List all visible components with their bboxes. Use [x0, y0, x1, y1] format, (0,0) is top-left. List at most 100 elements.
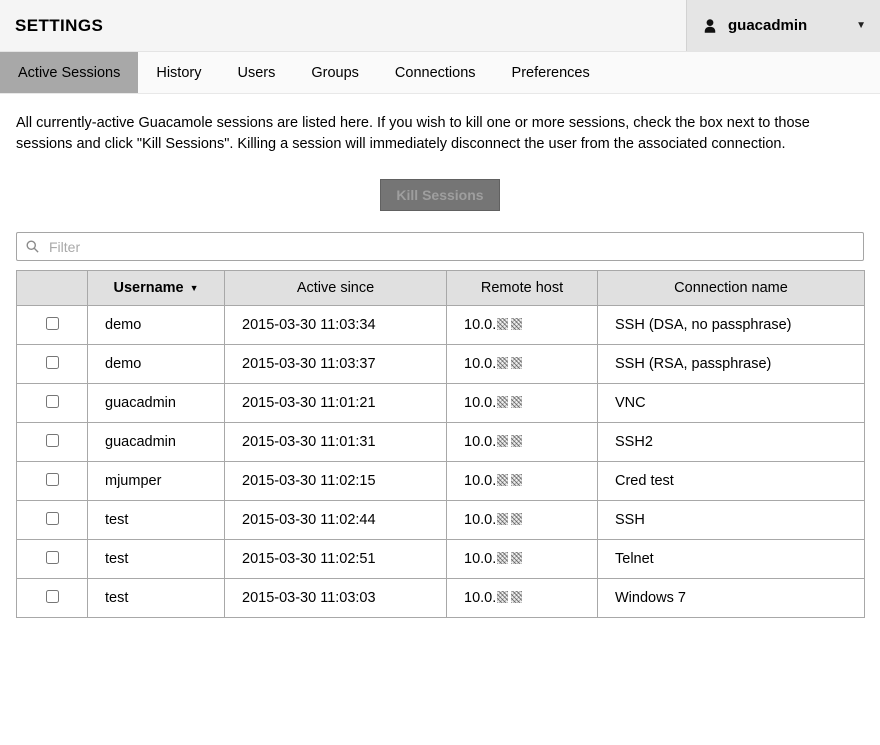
session-checkbox-cell: [17, 540, 88, 579]
cell-connection-name: SSH: [598, 501, 865, 540]
session-checkbox-cell: [17, 306, 88, 345]
cell-active-since: 2015-03-30 11:03:34: [225, 306, 447, 345]
session-checkbox[interactable]: [46, 473, 59, 486]
tab-active-sessions[interactable]: Active Sessions: [0, 52, 138, 93]
sessions-table-header: Username▼Active sinceRemote hostConnecti…: [17, 271, 865, 306]
cell-username: demo: [88, 345, 225, 384]
cell-username: test: [88, 501, 225, 540]
session-checkbox[interactable]: [46, 512, 59, 525]
remote-host-text: 10.0.: [464, 590, 496, 606]
session-checkbox[interactable]: [46, 590, 59, 603]
tab-preferences[interactable]: Preferences: [494, 52, 608, 93]
active-sessions-section: All currently-active Guacamole sessions …: [0, 113, 880, 618]
session-checkbox[interactable]: [46, 317, 59, 330]
table-row: demo 2015-03-30 11:03:37 10.0. SSH (RSA,…: [17, 345, 865, 384]
redacted-pixels: [511, 396, 522, 408]
search-icon: [25, 239, 40, 254]
tab-users[interactable]: Users: [219, 52, 293, 93]
cell-remote-host: 10.0.: [447, 540, 598, 579]
column-header-checkbox: [17, 271, 88, 306]
tab-label: Users: [237, 65, 275, 81]
tab-connections[interactable]: Connections: [377, 52, 494, 93]
tab-history[interactable]: History: [138, 52, 219, 93]
cell-connection-name: SSH (DSA, no passphrase): [598, 306, 865, 345]
cell-active-since: 2015-03-30 11:03:03: [225, 579, 447, 618]
column-header-remote-host[interactable]: Remote host: [447, 271, 598, 306]
remote-host-text: 10.0.: [464, 473, 496, 489]
session-checkbox-cell: [17, 462, 88, 501]
app-header: SETTINGS guacadmin ▼: [0, 0, 880, 52]
tab-label: Connections: [395, 65, 476, 81]
cell-connection-name: SSH2: [598, 423, 865, 462]
cell-remote-host: 10.0.: [447, 306, 598, 345]
redacted-pixels: [497, 318, 508, 330]
remote-host-text: 10.0.: [464, 434, 496, 450]
cell-username: mjumper: [88, 462, 225, 501]
sessions-table: Username▼Active sinceRemote hostConnecti…: [16, 270, 865, 618]
table-row: guacadmin 2015-03-30 11:01:21 10.0. VNC: [17, 384, 865, 423]
session-checkbox-cell: [17, 501, 88, 540]
column-header-username[interactable]: Username▼: [88, 271, 225, 306]
sessions-description: All currently-active Guacamole sessions …: [16, 113, 864, 155]
user-menu-label: guacadmin: [728, 17, 807, 34]
cell-username: demo: [88, 306, 225, 345]
table-row: guacadmin 2015-03-30 11:01:31 10.0. SSH2: [17, 423, 865, 462]
cell-username: test: [88, 579, 225, 618]
cell-username: test: [88, 540, 225, 579]
cell-active-since: 2015-03-30 11:02:44: [225, 501, 447, 540]
table-row: test 2015-03-30 11:02:51 10.0. Telnet: [17, 540, 865, 579]
session-checkbox-cell: [17, 384, 88, 423]
redacted-pixels: [497, 513, 508, 525]
cell-connection-name: VNC: [598, 384, 865, 423]
tab-label: Groups: [311, 65, 359, 81]
session-checkbox-cell: [17, 423, 88, 462]
user-icon: [701, 17, 719, 35]
redacted-pixels: [511, 318, 522, 330]
redacted-pixels: [497, 396, 508, 408]
session-checkbox[interactable]: [46, 356, 59, 369]
tab-label: History: [156, 65, 201, 81]
filter-input[interactable]: [47, 238, 855, 256]
tab-groups[interactable]: Groups: [293, 52, 377, 93]
remote-host-text: 10.0.: [464, 395, 496, 411]
kill-sessions-button[interactable]: Kill Sessions: [380, 179, 499, 211]
redacted-pixels: [511, 552, 522, 564]
cell-connection-name: Windows 7: [598, 579, 865, 618]
action-button-row: Kill Sessions: [16, 179, 864, 211]
page-title: SETTINGS: [0, 0, 103, 51]
tab-label: Active Sessions: [18, 65, 120, 81]
chevron-down-icon: ▼: [856, 20, 866, 31]
redacted-pixels: [511, 357, 522, 369]
tab-label: Preferences: [512, 65, 590, 81]
cell-remote-host: 10.0.: [447, 384, 598, 423]
cell-remote-host: 10.0.: [447, 462, 598, 501]
filter-box: [16, 232, 864, 261]
remote-host-text: 10.0.: [464, 317, 496, 333]
table-row: test 2015-03-30 11:02:44 10.0. SSH: [17, 501, 865, 540]
redacted-pixels: [511, 513, 522, 525]
remote-host-text: 10.0.: [464, 356, 496, 372]
session-checkbox[interactable]: [46, 434, 59, 447]
table-row: demo 2015-03-30 11:03:34 10.0. SSH (DSA,…: [17, 306, 865, 345]
cell-remote-host: 10.0.: [447, 579, 598, 618]
column-header-connection-name[interactable]: Connection name: [598, 271, 865, 306]
table-row: test 2015-03-30 11:03:03 10.0. Windows 7: [17, 579, 865, 618]
user-menu-button[interactable]: guacadmin ▼: [686, 0, 880, 51]
session-checkbox-cell: [17, 579, 88, 618]
cell-connection-name: SSH (RSA, passphrase): [598, 345, 865, 384]
tab-bar: Active Sessions History Users Groups Con…: [0, 52, 880, 94]
cell-remote-host: 10.0.: [447, 423, 598, 462]
redacted-pixels: [511, 435, 522, 447]
session-checkbox[interactable]: [46, 551, 59, 564]
cell-username: guacadmin: [88, 384, 225, 423]
column-header-active-since[interactable]: Active since: [225, 271, 447, 306]
redacted-pixels: [497, 552, 508, 564]
table-row: mjumper 2015-03-30 11:02:15 10.0. Cred t…: [17, 462, 865, 501]
cell-remote-host: 10.0.: [447, 345, 598, 384]
cell-active-since: 2015-03-30 11:03:37: [225, 345, 447, 384]
session-checkbox[interactable]: [46, 395, 59, 408]
redacted-pixels: [511, 474, 522, 486]
cell-username: guacadmin: [88, 423, 225, 462]
redacted-pixels: [497, 435, 508, 447]
remote-host-text: 10.0.: [464, 512, 496, 528]
